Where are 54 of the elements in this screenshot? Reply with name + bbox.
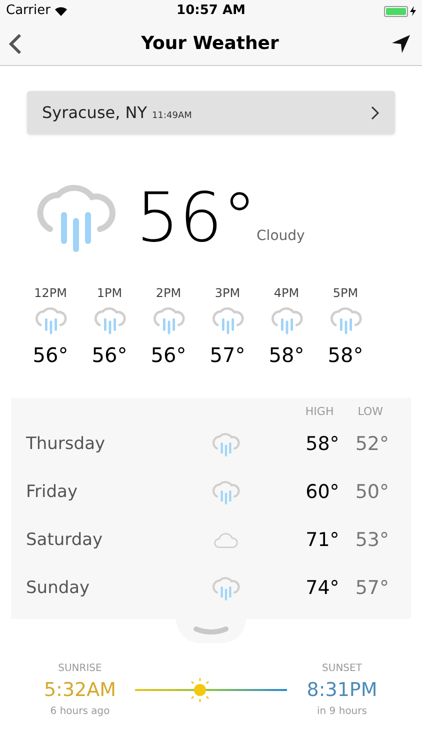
sunrise-note: 6 hours ago [50,705,110,719]
hour-label: 5PM [332,285,358,302]
location-selector[interactable]: Syracuse, NY 11:49AM [27,91,395,134]
low-temperature: 57° [355,576,389,602]
rain-cloud-icon [212,574,240,602]
day-name: Thursday [26,432,106,456]
high-temperature: 71° [306,528,340,554]
charging-icon [410,6,416,16]
current-temperature: 56° [136,185,257,253]
rain-cloud-icon [270,305,302,337]
rain-cloud-icon [212,305,244,337]
hour-temperature: 56° [150,342,186,369]
hour-temperature: 57° [210,342,246,369]
sunrise-time: 5:32AM [44,678,116,702]
chevron-down-icon [193,626,229,636]
column-heading: HIGH [305,404,334,420]
day-name: Sunday [26,576,91,600]
hour-temperature: 56° [92,342,128,369]
hour-label: 2PM [156,285,182,302]
clock: 10:57 AM [176,2,246,20]
sunset-time: 8:31PM [306,678,378,702]
sunset-label: SUNSET [322,662,362,676]
condition-label: Cloudy [256,227,305,246]
hour-label: 3PM [214,285,240,302]
hour-label: 4PM [274,285,300,302]
wifi-icon [54,6,68,16]
low-temperature: 52° [355,432,389,458]
high-temperature: 60° [306,480,340,506]
sunrise-label: SUNRISE [58,662,102,676]
hour-temperature: 56° [32,342,68,369]
rain-cloud-icon [212,478,240,506]
rain-cloud-icon [94,305,126,337]
rain-cloud-icon [330,305,362,337]
day-name: Friday [26,480,79,504]
chevron-right-icon [370,104,380,120]
page-title: Your Weather [141,32,279,56]
hour-temperature: 58° [268,342,304,369]
carrier-label: Carrier [6,2,50,20]
rain-cloud-icon [34,305,66,337]
back-chevron-icon [8,32,22,54]
low-temperature: 50° [355,480,389,506]
sunset-note: in 9 hours [317,705,367,719]
high-temperature: 58° [306,432,340,458]
day-name: Saturday [26,528,104,552]
rain-cloud-icon [212,430,240,458]
battery-icon [384,6,408,16]
high-temperature: 74° [306,576,340,602]
hour-temperature: 58° [328,342,364,369]
low-temperature: 53° [355,528,389,554]
location-arrow-icon [391,34,411,54]
hour-label: 1PM [96,285,122,302]
rain-cloud-icon [152,305,184,337]
hour-label: 12PM [34,285,67,302]
column-heading: LOW [358,404,383,420]
